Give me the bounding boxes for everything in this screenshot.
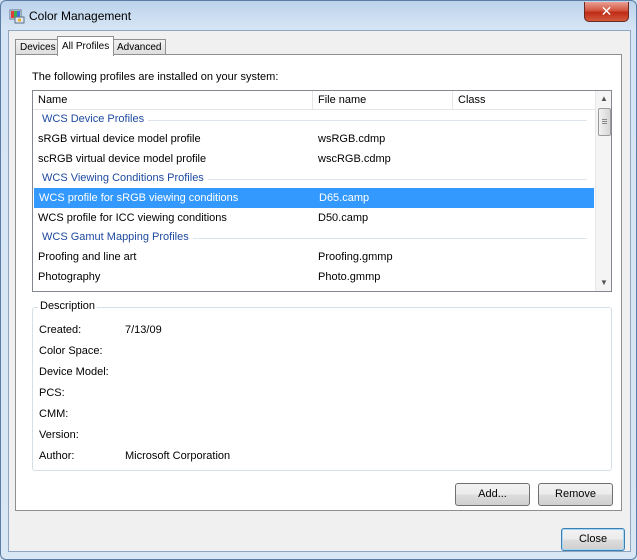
color-management-window: Color Management ✕ Devices All Profiles … <box>0 0 637 560</box>
group-label: WCS Gamut Mapping Profiles <box>42 228 193 247</box>
column-header-file-name[interactable]: File name <box>313 91 366 109</box>
close-icon: ✕ <box>600 3 613 19</box>
color-space-label: Color Space: <box>39 345 103 357</box>
thumb-grip <box>602 123 607 124</box>
close-button[interactable]: Close <box>561 528 625 551</box>
profile-name: scRGB virtual device model profile <box>38 153 207 165</box>
group-header-wcs-viewing-conditions-profiles[interactable]: WCS Viewing Conditions Profiles <box>33 169 595 188</box>
window-title: Color Management <box>29 9 132 23</box>
color-management-icon <box>9 9 25 24</box>
author-label: Author: <box>39 450 75 462</box>
created-value: 7/13/09 <box>125 324 162 336</box>
profile-row[interactable]: sRGB virtual device model profile wsRGB.… <box>33 129 595 149</box>
profile-name: WCS profile for sRGB viewing conditions <box>39 192 239 204</box>
group-label: WCS Viewing Conditions Profiles <box>42 169 208 188</box>
profile-row-selected[interactable]: WCS profile for sRGB viewing conditions … <box>34 188 594 208</box>
created-label: Created: <box>39 324 82 336</box>
dialog-client-area: Devices All Profiles Advanced The follow… <box>8 30 631 552</box>
tab-devices[interactable]: Devices <box>15 39 61 55</box>
profile-name: WCS profile for ICC viewing conditions <box>38 212 227 224</box>
title-bar[interactable]: Color Management ✕ <box>1 1 636 31</box>
profile-name: Proofing and line art <box>38 251 137 263</box>
profile-name: sRGB virtual device model profile <box>38 133 201 145</box>
profile-file: Photo.gmmp <box>318 271 381 283</box>
thumb-grip <box>602 121 607 122</box>
tab-advanced[interactable]: Advanced <box>112 39 167 55</box>
window-close-button[interactable]: ✕ <box>584 2 629 22</box>
profile-file: Proofing.gmmp <box>318 251 393 263</box>
thumb-grip <box>602 119 607 120</box>
profile-file: wsRGB.cdmp <box>318 133 386 145</box>
group-label: WCS Device Profiles <box>42 110 149 129</box>
description-group: Description Created: 7/13/09 Color Space… <box>32 300 612 471</box>
version-label: Version: <box>39 429 79 441</box>
group-header-wcs-device-profiles[interactable]: WCS Device Profiles <box>33 110 595 129</box>
group-header-wcs-gamut-mapping-profiles[interactable]: WCS Gamut Mapping Profiles <box>33 228 595 247</box>
column-header-class[interactable]: Class <box>453 91 486 109</box>
tab-all-profiles[interactable]: All Profiles <box>57 36 115 56</box>
all-profiles-panel: The following profiles are installed on … <box>15 54 622 511</box>
profile-file: wscRGB.cdmp <box>318 153 391 165</box>
device-model-label: Device Model: <box>39 366 109 378</box>
remove-button[interactable]: Remove <box>538 483 613 506</box>
profile-row[interactable]: scRGB virtual device model profile wscRG… <box>33 149 595 169</box>
scroll-down-arrow-icon[interactable]: ▼ <box>596 275 611 291</box>
profile-file: D65.camp <box>319 192 370 204</box>
profile-file: D50.camp <box>318 212 369 224</box>
profiles-list-body: WCS Device Profiles sRGB virtual device … <box>33 110 595 287</box>
profiles-list-header: Name File name Class <box>33 91 595 110</box>
profiles-intro-text: The following profiles are installed on … <box>32 71 279 83</box>
profile-row[interactable]: Photography Photo.gmmp <box>33 267 595 287</box>
pcs-label: PCS: <box>39 387 65 399</box>
description-legend: Description <box>38 300 98 312</box>
profile-name: Photography <box>38 271 101 283</box>
column-header-name[interactable]: Name <box>33 91 67 109</box>
cmm-label: CMM: <box>39 408 69 420</box>
profiles-list[interactable]: Name File name Class WCS Device Profiles… <box>32 90 612 292</box>
profile-row[interactable]: WCS profile for ICC viewing conditions D… <box>33 208 595 228</box>
profile-row[interactable]: Proofing and line art Proofing.gmmp <box>33 247 595 267</box>
scroll-thumb[interactable] <box>598 108 611 136</box>
profiles-list-scrollbar[interactable]: ▲ ▼ <box>595 91 611 291</box>
author-value: Microsoft Corporation <box>125 450 231 462</box>
scroll-up-arrow-icon[interactable]: ▲ <box>596 91 611 107</box>
add-button[interactable]: Add... <box>455 483 530 506</box>
